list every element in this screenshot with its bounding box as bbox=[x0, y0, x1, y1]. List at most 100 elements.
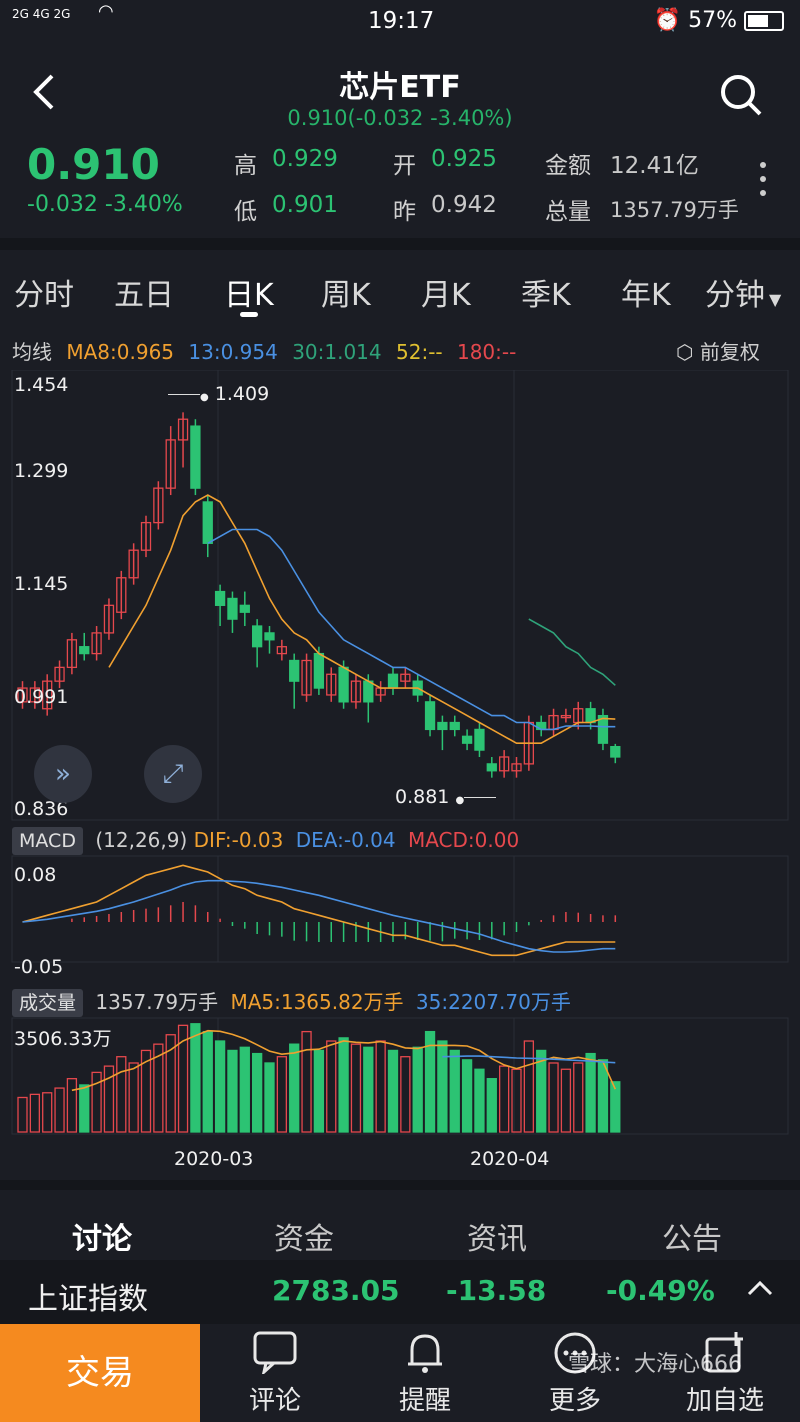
alert-button[interactable]: 提醒 bbox=[350, 1324, 500, 1422]
macd-legend: MACD (12,26,9) DIF:-0.03 DEA:-0.04 MACD:… bbox=[12, 827, 519, 855]
tab-news[interactable]: 资讯 bbox=[467, 1214, 527, 1258]
candle-body bbox=[387, 673, 399, 689]
search-icon[interactable] bbox=[718, 72, 764, 118]
tab-5day[interactable]: 五日 bbox=[114, 270, 174, 314]
candle-body bbox=[313, 652, 325, 689]
volume-bar bbox=[400, 1056, 411, 1133]
clock: 19:17 bbox=[368, 8, 435, 34]
candle-body bbox=[461, 735, 473, 744]
volume-value: 1357.79万手 bbox=[610, 198, 739, 222]
tab-minute[interactable]: 分钟 ▼ bbox=[705, 270, 781, 314]
volume-bar bbox=[486, 1078, 497, 1133]
candle-body bbox=[338, 666, 349, 703]
volume-bar bbox=[548, 1062, 559, 1133]
alarm-icon: ⏰ bbox=[653, 8, 682, 33]
volume-bar bbox=[363, 1046, 374, 1133]
tab-weekly-k[interactable]: 周K bbox=[321, 270, 371, 314]
high-label: 高 bbox=[234, 153, 257, 179]
volume-bar bbox=[79, 1084, 90, 1133]
volume-axis-top: 3506.33万 bbox=[14, 1028, 112, 1050]
price-axis-label: 1.145 bbox=[14, 573, 69, 595]
volume-bar bbox=[412, 1046, 423, 1133]
candle-body bbox=[437, 721, 448, 731]
date-label: 2020-03 bbox=[174, 1148, 254, 1170]
header: 芯片ETF 0.910(-0.032 -3.40%) bbox=[0, 42, 800, 142]
adjust-button[interactable]: ⬡ 前复权 bbox=[676, 336, 760, 365]
candle-body bbox=[486, 763, 497, 772]
tab-discussion[interactable]: 讨论 bbox=[72, 1214, 132, 1258]
current-price: 0.910 bbox=[27, 140, 160, 189]
tab-funds[interactable]: 资金 bbox=[274, 1214, 334, 1258]
volume-bar bbox=[560, 1068, 572, 1133]
footer-bar: 交易 评论 提醒 更多 加自选 雪球：大海心666 bbox=[0, 1324, 800, 1422]
volume-bar bbox=[350, 1043, 362, 1133]
volume-bar bbox=[338, 1037, 349, 1133]
kline-chart[interactable] bbox=[0, 370, 800, 1180]
tab-yearly-k[interactable]: 年K bbox=[621, 270, 671, 314]
dropdown-icon: ▼ bbox=[769, 290, 782, 309]
candle-body bbox=[239, 604, 250, 613]
volume-bar bbox=[116, 1056, 127, 1133]
comment-button[interactable]: 评论 bbox=[200, 1324, 350, 1422]
volume-bar bbox=[449, 1049, 460, 1133]
index-ticker[interactable]: 上证指数 2783.05 -13.58 -0.49% bbox=[0, 1260, 800, 1324]
candle-body bbox=[202, 501, 213, 544]
comment-icon bbox=[200, 1330, 350, 1380]
volume-bar bbox=[573, 1062, 584, 1133]
price-axis-label: 0.991 bbox=[14, 686, 69, 708]
ma8-value: MA8:0.965 bbox=[66, 340, 175, 364]
volume-tag[interactable]: 成交量 bbox=[12, 989, 84, 1017]
low-annotation: 0.881 ● bbox=[395, 786, 497, 808]
tab-monthly-k[interactable]: 月K bbox=[421, 270, 471, 314]
active-tab-indicator bbox=[240, 312, 258, 317]
trade-button[interactable]: 交易 bbox=[0, 1324, 200, 1422]
price-grid-frame bbox=[11, 370, 789, 821]
candle-body bbox=[289, 659, 300, 682]
amount-value: 12.41亿 bbox=[610, 153, 699, 179]
wifi-icon: ◠ bbox=[98, 1, 114, 22]
ma52-value: 52:-- bbox=[396, 340, 443, 364]
volume-grid-frame bbox=[11, 1017, 789, 1135]
signal-indicator: 2G 4G 2G ◠ bbox=[12, 1, 114, 22]
open-label: 开 bbox=[393, 153, 416, 179]
status-bar: 2G 4G 2G ◠ 19:17 ⏰ 57% bbox=[0, 0, 800, 42]
candle-body bbox=[251, 625, 263, 648]
tab-intraday[interactable]: 分时 bbox=[14, 270, 74, 314]
candle-body bbox=[363, 680, 374, 703]
candle-body bbox=[264, 632, 275, 641]
more-options-icon[interactable] bbox=[756, 160, 770, 200]
fast-forward-button[interactable]: » bbox=[34, 745, 92, 803]
bell-icon bbox=[350, 1330, 500, 1380]
tab-daily-k[interactable]: 日K bbox=[224, 270, 274, 314]
fullscreen-button[interactable]: ⤢ bbox=[144, 745, 202, 803]
candle-body bbox=[214, 590, 226, 606]
volume-bar bbox=[474, 1068, 485, 1133]
watermark: 雪球：大海心666 bbox=[568, 1352, 742, 1377]
ma-label: 均线 bbox=[12, 340, 52, 364]
price-change: -0.032 -3.40% bbox=[27, 192, 183, 217]
tab-announcements[interactable]: 公告 bbox=[662, 1214, 722, 1258]
volume-bar bbox=[375, 1040, 386, 1133]
volume-bar bbox=[326, 1040, 337, 1133]
index-pct: -0.49% bbox=[606, 1274, 715, 1307]
ma13-value: 13:0.954 bbox=[188, 340, 278, 364]
chevron-up-icon[interactable] bbox=[746, 1278, 774, 1302]
volume-bar bbox=[585, 1052, 596, 1133]
volume-bar bbox=[387, 1049, 399, 1133]
amount-label: 金额 bbox=[545, 153, 591, 179]
prev-close-label: 昨 bbox=[393, 199, 416, 225]
price-axis-label: 1.454 bbox=[14, 374, 69, 396]
price-axis-label: 1.299 bbox=[14, 460, 69, 482]
volume-bar bbox=[437, 1040, 448, 1133]
macd-axis-bottom: -0.05 bbox=[14, 956, 64, 978]
volume-bar bbox=[190, 1023, 201, 1133]
ma8-line bbox=[108, 494, 616, 744]
macd-tag[interactable]: MACD bbox=[12, 827, 83, 855]
period-tabs: 分时 五日 日K 周K 月K 季K 年K 分钟 ▼ bbox=[0, 252, 800, 332]
date-label: 2020-04 bbox=[470, 1148, 550, 1170]
volume-bar bbox=[239, 1046, 250, 1133]
tab-quarterly-k[interactable]: 季K bbox=[521, 270, 571, 314]
candle-body bbox=[227, 597, 238, 620]
volume-bar bbox=[17, 1096, 28, 1133]
candle-body bbox=[610, 746, 621, 758]
